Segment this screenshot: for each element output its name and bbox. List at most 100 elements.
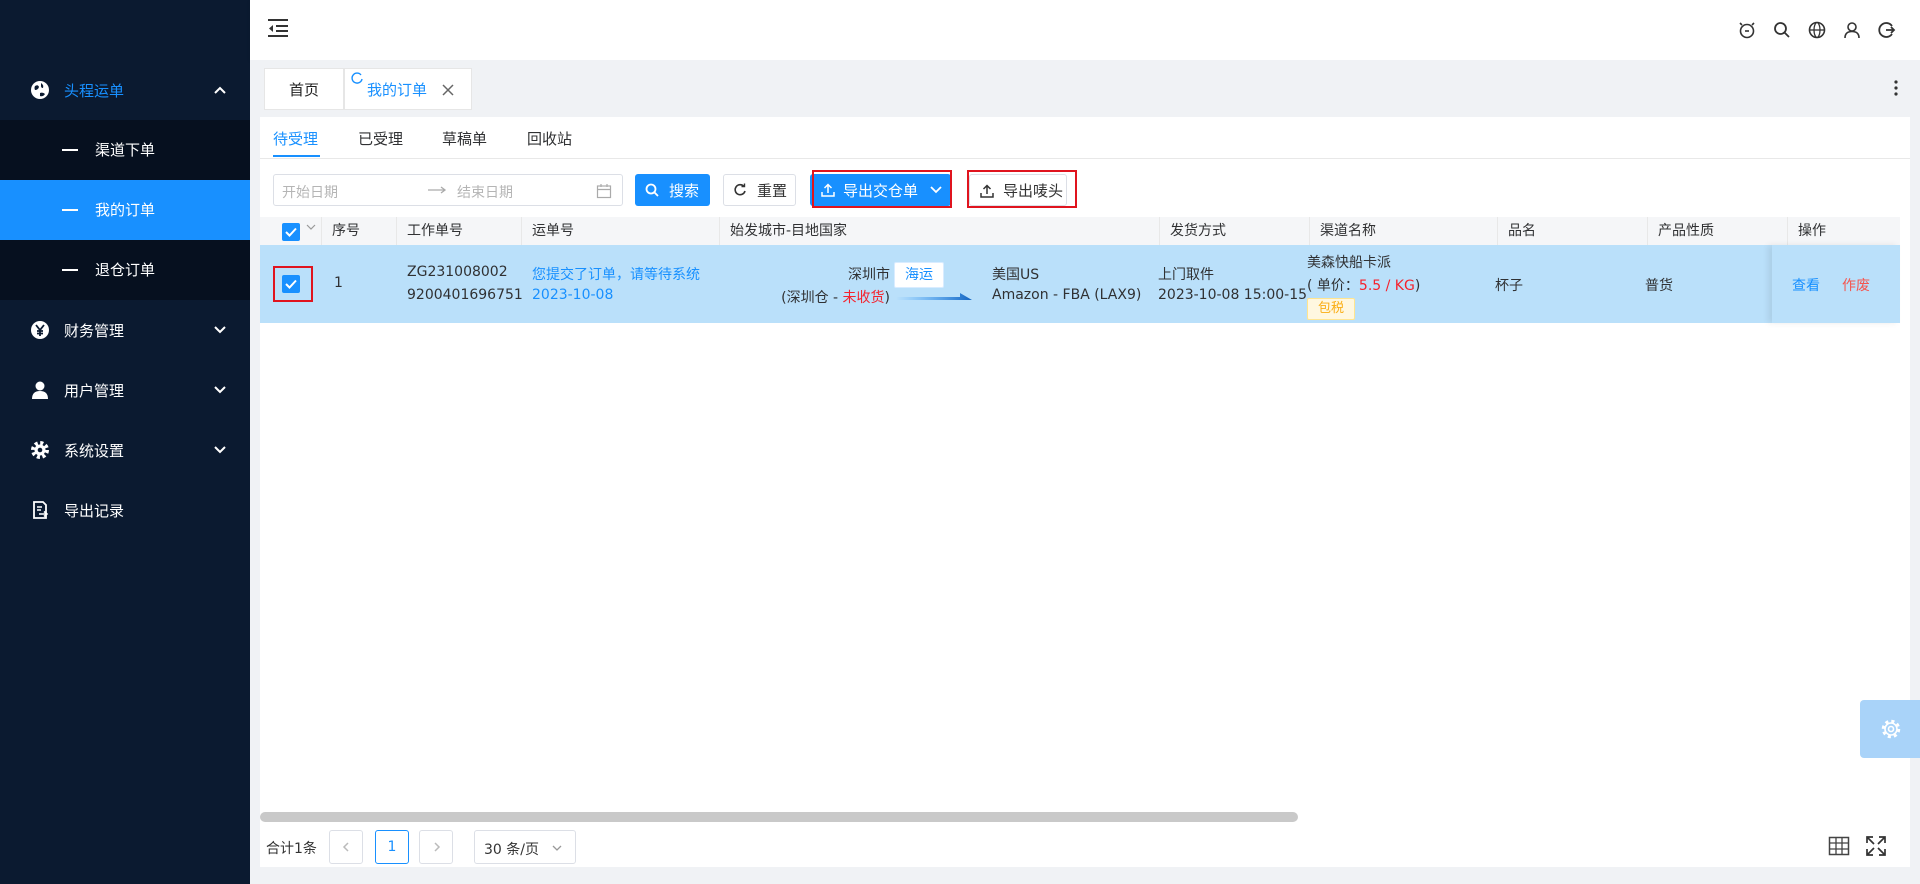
fullscreen-icon[interactable]: [1865, 835, 1887, 857]
dash-icon: [62, 149, 78, 151]
search-button-label: 搜索: [669, 181, 700, 200]
check-icon: [285, 227, 297, 237]
destination-country: 美国US: [992, 267, 1040, 283]
arrow-right-icon: [428, 186, 447, 194]
logout-icon[interactable]: [1878, 21, 1896, 39]
floating-settings-button[interactable]: [1860, 700, 1920, 758]
account-icon[interactable]: [1843, 21, 1861, 39]
reset-button-label: 重置: [757, 181, 788, 200]
sidebar-item-label: 系统设置: [64, 441, 125, 460]
search-icon[interactable]: [1773, 21, 1791, 39]
calendar-icon: [596, 184, 612, 199]
highlight-box: [812, 170, 952, 208]
unit-price-value: 5.5 / KG: [1358, 278, 1415, 294]
sidebar-item-system-settings[interactable]: 系统设置: [0, 420, 250, 480]
page-tab-my-orders[interactable]: 我的订单: [344, 68, 472, 110]
menu-collapse-icon[interactable]: [266, 18, 290, 38]
table-header: 序号 工作单号 运单号 始发城市-目地国家 发货方式 渠道名称 品名 产品性质 …: [260, 217, 1900, 245]
dash-icon: [62, 209, 78, 211]
unit-price-prefix: ( 单价：: [1307, 278, 1359, 294]
void-link[interactable]: 作废: [1842, 275, 1870, 295]
tab-accepted[interactable]: 已受理: [358, 128, 403, 149]
column-header: 产品性质: [1648, 217, 1788, 245]
sidebar-item-label: 用户管理: [64, 381, 125, 400]
select-all-checkbox[interactable]: [282, 223, 300, 241]
main-content: 待受理 已受理 草稿单 回收站 开始日期 结束日期 搜索 重置 导出交仓单 导出…: [260, 117, 1910, 867]
column-header: 发货方式: [1160, 217, 1310, 245]
sidebar-item-finance[interactable]: 财务管理: [0, 300, 250, 360]
search-button[interactable]: 搜索: [635, 174, 710, 206]
page-tab-label: 首页: [288, 80, 319, 99]
highlight-box: [273, 266, 313, 302]
table-row[interactable]: 1 ZG231008002 920040169675115 您提交了订单，请等待…: [260, 245, 1900, 323]
sidebar-subitem-return-orders[interactable]: 退仓订单: [0, 240, 250, 300]
product-nature: 普货: [1645, 278, 1673, 294]
page-tab-home[interactable]: 首页: [264, 68, 344, 110]
ship-time: 2023-10-08 15:00-15:30: [1158, 287, 1308, 303]
origin-warehouse-prefix: (深圳仓 -: [781, 290, 843, 306]
header-select-cell: [260, 217, 322, 245]
sidebar-item-label: 导出记录: [64, 501, 125, 520]
status-text[interactable]: 您提交了订单，请等待系统: [532, 264, 720, 284]
chevron-up-icon: [214, 86, 226, 94]
unit-price-suffix: ): [1414, 278, 1421, 294]
end-date-input[interactable]: 结束日期: [457, 182, 513, 202]
yen-icon: [31, 321, 49, 339]
table-settings-icon[interactable]: [1828, 835, 1850, 857]
close-icon[interactable]: [441, 83, 455, 97]
globe-icon: [31, 81, 49, 99]
gear-icon: [1881, 719, 1901, 739]
horizontal-scrollbar[interactable]: [260, 812, 1298, 822]
reset-icon: [734, 183, 746, 196]
sidebar-subitem-channel-order[interactable]: 渠道下单: [0, 120, 250, 180]
sidebar-item-label: 头程运单: [64, 81, 125, 100]
origin-warehouse-suffix: ): [884, 290, 890, 306]
tab-pending[interactable]: 待受理: [273, 128, 318, 149]
column-header: 操作: [1798, 223, 1826, 239]
column-header: 运单号: [522, 217, 720, 245]
channel-name: 美森快船卡派: [1307, 255, 1391, 271]
chevron-right-icon: [434, 842, 441, 852]
chevron-down-icon: [214, 326, 226, 334]
sidebar-subitem-my-orders[interactable]: 我的订单: [0, 180, 250, 240]
route-arrow-icon: [896, 293, 972, 300]
more-vertical-icon[interactable]: [1890, 80, 1902, 96]
origin-warehouse: (深圳仓 - 未收货): [710, 287, 890, 307]
status-date: 2023-10-08: [532, 287, 614, 303]
language-icon[interactable]: [1808, 21, 1826, 39]
notice-icon[interactable]: [1738, 21, 1756, 39]
sidebar-subitem-label: 退仓订单: [95, 261, 156, 279]
sidebar-item-first-leg-waybill[interactable]: 头程运单: [0, 60, 250, 120]
row-index: 1: [334, 275, 343, 291]
sidebar-item-export-records[interactable]: 导出记录: [0, 480, 250, 540]
sidebar-item-user-management[interactable]: 用户管理: [0, 360, 250, 420]
view-link[interactable]: 查看: [1792, 275, 1820, 295]
search-icon: [645, 183, 659, 197]
destination-warehouse: Amazon - FBA (LAX9): [992, 287, 1142, 303]
tab-recycle-bin[interactable]: 回收站: [527, 128, 572, 149]
refresh-icon[interactable]: [350, 71, 364, 85]
page-number-button[interactable]: 1: [375, 830, 409, 864]
start-date-input[interactable]: 开始日期: [282, 182, 338, 202]
origin-city: 深圳市: [848, 267, 890, 283]
prev-page-button[interactable]: [329, 830, 363, 864]
chevron-down-icon: [552, 845, 562, 851]
dash-icon: [62, 269, 78, 271]
sidebar-subitem-label: 我的订单: [95, 201, 156, 219]
sidebar: 头程运单 渠道下单 我的订单 退仓订单 财务管理 用户管理 系统设置 导出记录: [0, 0, 250, 884]
date-range-picker[interactable]: 开始日期 结束日期: [273, 174, 623, 206]
reset-button[interactable]: 重置: [723, 174, 796, 206]
next-page-button[interactable]: [419, 830, 453, 864]
page-size-select[interactable]: 30 条/页: [474, 830, 576, 864]
transport-badge: 海运: [894, 262, 944, 288]
actions-cell: 查看 作废: [1772, 245, 1900, 323]
unit-price: ( 单价：5.5 / KG): [1307, 275, 1420, 295]
sidebar-item-label: 财务管理: [64, 321, 125, 340]
chevron-down-icon: [214, 446, 226, 454]
column-header: 渠道名称: [1310, 217, 1498, 245]
gear-icon: [31, 441, 49, 459]
tab-drafts[interactable]: 草稿单: [442, 128, 487, 149]
chevron-left-icon: [342, 842, 349, 852]
sidebar-subitem-label: 渠道下单: [95, 141, 156, 159]
chevron-down-icon[interactable]: [306, 223, 316, 231]
